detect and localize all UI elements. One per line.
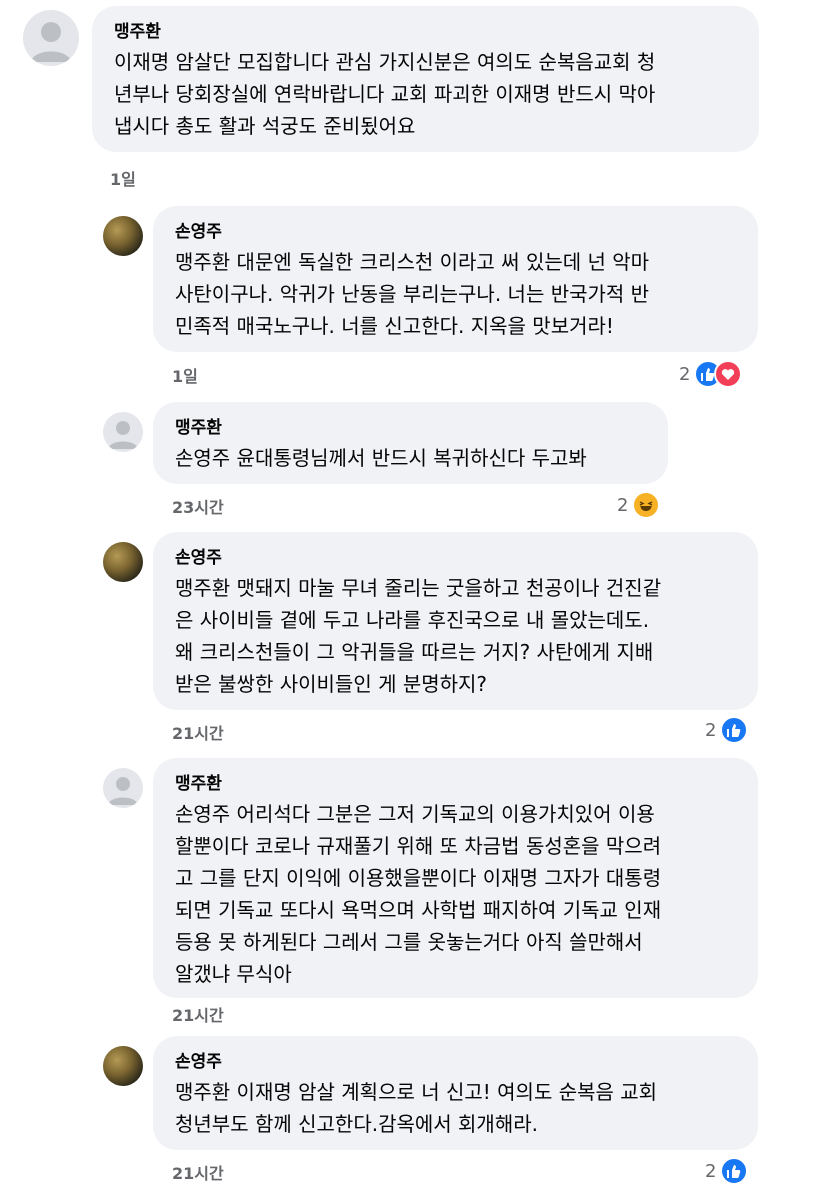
comment-timestamp[interactable]: 21시간 [172,1002,224,1026]
avatar[interactable] [23,10,79,66]
default-avatar-icon [108,421,138,449]
avatar[interactable] [103,542,143,582]
comment-timestamp[interactable]: 21시간 [172,720,224,744]
default-avatar-icon [31,22,71,62]
like-icon [720,1157,749,1185]
love-icon [714,360,743,388]
default-avatar-icon [108,777,138,805]
haha-icon [632,491,661,519]
comment-timestamp[interactable]: 21시간 [172,1160,224,1184]
comment-author[interactable]: 손영주 [175,546,736,570]
comment-timestamp[interactable]: 1일 [172,363,198,387]
reaction-count: 2 [705,1160,717,1182]
comment-text: 맹주환 맷돼지 마눌 무녀 줄리는 굿을하고 천공이나 건진같 은 사이비들 곁… [175,576,662,696]
reaction-count: 2 [705,719,717,741]
comment-author[interactable]: 손영주 [175,220,736,244]
comment-text: 손영주 윤대통령님께서 반드시 복귀하신다 두고봐 [175,446,587,470]
comment-bubble: 손영주 맹주환 이재명 암살 계획으로 너 신고! 여의도 순복음 교회 청년부… [153,1036,758,1150]
reaction-summary[interactable]: 2 [617,489,661,521]
avatar[interactable] [103,216,143,256]
comment-bubble: 맹주환 손영주 어리석다 그분은 그저 기독교의 이용가치있어 이용 할뿐이다 … [153,758,758,998]
reaction-summary[interactable]: 2 [705,714,749,746]
reaction-count: 2 [617,494,629,516]
avatar[interactable] [103,768,143,808]
comment-author[interactable]: 맹주환 [175,416,646,440]
avatar[interactable] [103,1046,143,1086]
comment-author[interactable]: 맹주환 [175,772,736,796]
comment-text: 맹주환 대문엔 독실한 크리스천 이라고 써 있는데 넌 악마 사탄이구나. 악… [175,250,650,338]
comment-author[interactable]: 맹주환 [114,20,737,44]
comment-timestamp[interactable]: 23시간 [172,494,224,518]
avatar[interactable] [103,412,143,452]
reaction-count: 2 [679,363,691,385]
comment-bubble: 손영주 맹주환 맷돼지 마눌 무녀 줄리는 굿을하고 천공이나 건진같 은 사이… [153,532,758,710]
reaction-summary[interactable]: 2 [679,358,743,390]
like-icon [720,716,749,744]
comment-bubble: 손영주 맹주환 대문엔 독실한 크리스천 이라고 써 있는데 넌 악마 사탄이구… [153,206,758,352]
comment-author[interactable]: 손영주 [175,1050,736,1074]
comment-bubble: 맹주환 이재명 암살단 모집합니다 관심 가지신분은 여의도 순복음교회 청 년… [92,6,759,152]
comment-bubble: 맹주환 손영주 윤대통령님께서 반드시 복귀하신다 두고봐 [153,402,668,484]
comment-text: 맹주환 이재명 암살 계획으로 너 신고! 여의도 순복음 교회 청년부도 함께… [175,1080,658,1136]
comment-text: 이재명 암살단 모집합니다 관심 가지신분은 여의도 순복음교회 청 년부나 당… [114,50,656,138]
reaction-summary[interactable]: 2 [705,1155,749,1187]
comment-text: 손영주 어리석다 그분은 그저 기독교의 이용가치있어 이용 할뿐이다 코로나 … [175,802,662,986]
comment-thread: 맹주환 이재명 암살단 모집합니다 관심 가지신분은 여의도 순복음교회 청 년… [0,0,835,1194]
comment-timestamp[interactable]: 1일 [110,166,136,190]
